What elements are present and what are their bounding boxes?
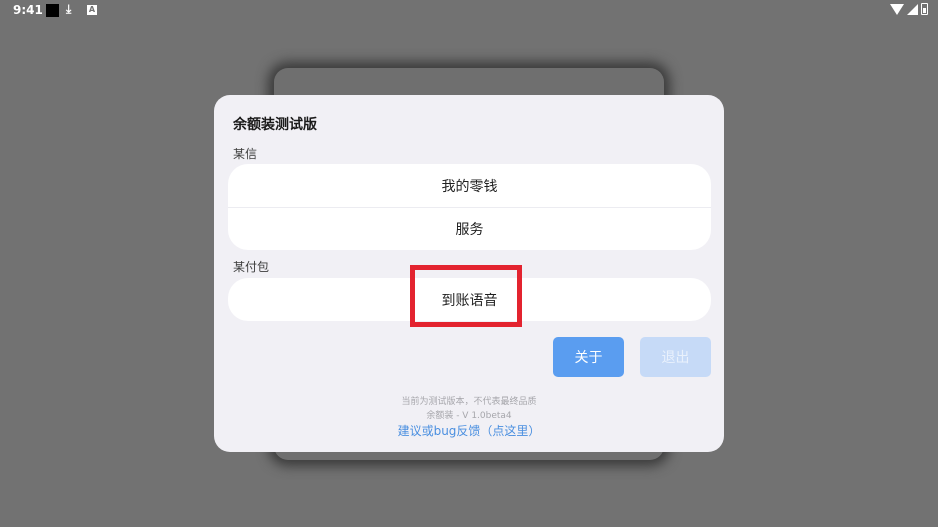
wechat-options-group: 我的零钱 服务 — [228, 164, 711, 250]
feedback-link[interactable]: 建议或bug反馈（点这里） — [214, 422, 724, 439]
option-my-change[interactable]: 我的零钱 — [228, 164, 711, 207]
test-version-notice: 当前为测试版本，不代表最终品质 — [401, 397, 537, 407]
dialog: 余额装测试版 某信 我的零钱 服务 某付包 到账语音 关于 退出 当前为测试版本… — [214, 95, 724, 452]
about-button[interactable]: 关于 — [553, 337, 624, 377]
a-icon: A — [87, 5, 97, 15]
status-time: 9:41 — [13, 3, 43, 17]
download-icon: ⤓ — [66, 2, 72, 16]
wifi-icon — [890, 3, 904, 15]
section-label-wechat: 某信 — [233, 147, 258, 161]
version-label: 余额装 - V 1.0beta4 — [426, 411, 512, 421]
status-bar: 9:41 ⤓ A — [0, 0, 938, 22]
option-services[interactable]: 服务 — [228, 207, 711, 250]
status-right-icons — [890, 3, 928, 15]
notification-square-icon — [46, 4, 59, 17]
exit-button[interactable]: 退出 — [640, 337, 711, 377]
battery-icon — [921, 3, 928, 15]
signal-icon — [907, 3, 918, 15]
highlight-box — [410, 265, 522, 327]
section-label-alipay: 某付包 — [233, 260, 270, 274]
dialog-title: 余额装测试版 — [233, 117, 317, 133]
